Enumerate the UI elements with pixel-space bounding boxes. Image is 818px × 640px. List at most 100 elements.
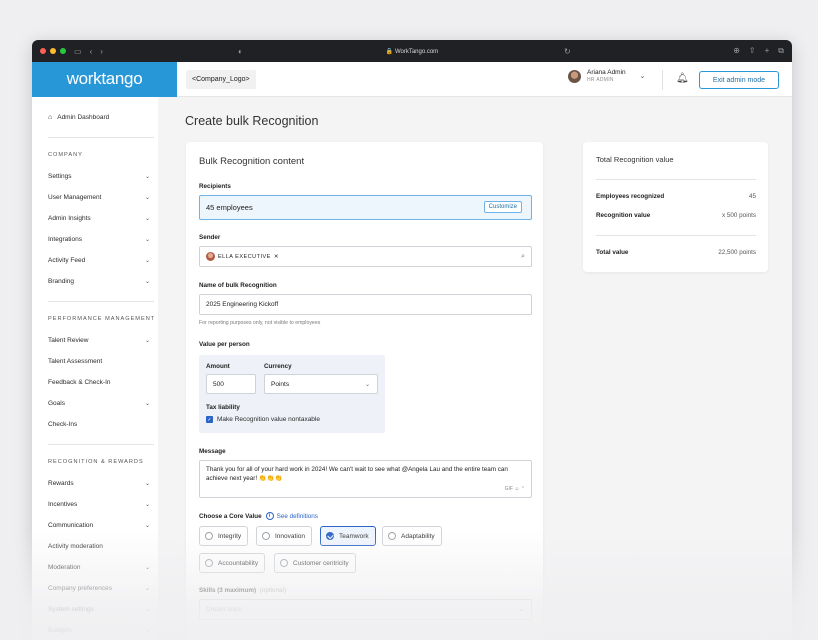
browser-chrome: ▭ ‹ › ◐ 🔒 WorkTango.com ↻ ⊕ ⇧ + ⧉	[32, 40, 792, 62]
amount-value: 500	[213, 380, 224, 388]
sidebar-item-incentives[interactable]: Incentives ⌄	[48, 501, 150, 508]
sidebar-item-budgets[interactable]: Budgets ⌄	[48, 627, 150, 634]
currency-value: Points	[271, 380, 290, 388]
sidebar-section-heading: COMPANY	[48, 152, 83, 158]
close-window-button[interactable]	[40, 48, 46, 54]
sidebar-item-branding[interactable]: Branding ⌄	[48, 278, 150, 285]
currency-label: Currency	[264, 363, 292, 370]
sidebar-item-label: Activity Feed	[48, 257, 86, 264]
chevron-down-icon: ⌄	[144, 502, 150, 508]
reload-icon[interactable]: ↻	[564, 47, 571, 56]
sidebar-item-label: Company preferences	[48, 585, 112, 592]
name-hint: For reporting purposes only, not visible…	[199, 320, 321, 326]
total-recognition-card: Total Recognition value Employees recogn…	[583, 142, 768, 272]
header-divider	[662, 70, 663, 90]
info-icon[interactable]: i	[265, 512, 274, 520]
chevron-down-icon: ⌄	[144, 628, 150, 634]
chevron-down-icon: ⌄	[144, 279, 150, 285]
chevron-down-icon: ⌄	[364, 381, 370, 388]
user-menu[interactable]: Ariana Admin HR ADMIN ⌄	[568, 69, 646, 83]
sidebar-item-admin-insights[interactable]: Admin Insights ⌄	[48, 215, 150, 222]
new-tab-icon[interactable]: +	[765, 46, 770, 56]
sidebar-item-talent-review[interactable]: Talent Review ⌄	[48, 337, 150, 344]
brand-name: worktango	[66, 69, 143, 88]
sidebar-item-system-settings[interactable]: System settings ⌄	[48, 606, 150, 613]
customize-button[interactable]: Customize	[483, 201, 522, 213]
browser-window: ▭ ‹ › ◐ 🔒 WorkTango.com ↻ ⊕ ⇧ + ⧉ workta…	[32, 40, 792, 640]
sidebar-item-integrations[interactable]: Integrations ⌄	[48, 236, 150, 243]
sender-field[interactable]: ELLA EXECUTIVE ✕ ⌕	[199, 246, 532, 267]
sidebar-item-check-ins[interactable]: Check-Ins	[48, 421, 150, 428]
minimize-window-button[interactable]	[50, 48, 56, 54]
total-value-label: Total value	[596, 249, 629, 256]
sidebar-item-talent-assessment[interactable]: Talent Assessment	[48, 358, 150, 365]
message-textarea[interactable]: Thank you for all of your hard work in 2…	[199, 460, 532, 498]
tabs-overview-icon[interactable]: ⧉	[778, 46, 784, 56]
sidebar-item-communication[interactable]: Communication ⌄	[48, 522, 150, 529]
sidebar-item-company-preferences[interactable]: Company preferences ⌄	[48, 585, 150, 592]
core-value-accountability[interactable]: Accountability	[199, 553, 266, 573]
message-label: Message	[199, 448, 226, 455]
recognition-value-row: Recognition value x 500 points	[596, 212, 756, 219]
sidebar-item-goals[interactable]: Goals ⌄	[48, 400, 150, 407]
sidebar-item-rewards[interactable]: Rewards ⌄	[48, 480, 150, 487]
company-logo-placeholder: <Company_Logo>	[186, 69, 256, 89]
nontaxable-checkbox[interactable]: ✓	[206, 416, 213, 423]
sidebar-item-label: Moderation	[48, 564, 81, 571]
sidebar-section-heading: RECOGNITION & REWARDS	[48, 459, 144, 465]
chevron-down-icon: ⌄	[144, 338, 150, 344]
chevron-down-icon: ⌄	[144, 174, 150, 180]
forward-icon[interactable]: ›	[100, 47, 103, 56]
remove-chip-icon[interactable]: ✕	[274, 254, 279, 260]
sidebar-item-moderation[interactable]: Moderation ⌄	[48, 564, 150, 571]
tax-liability-label: Tax liability	[206, 404, 240, 411]
emoji-icon[interactable]: ☺	[514, 486, 519, 492]
address-bar[interactable]: 🔒 WorkTango.com	[386, 48, 438, 55]
core-value-customer-centricity[interactable]: Customer centricity	[274, 553, 356, 573]
share-icon[interactable]: ⇧	[749, 46, 756, 56]
core-value-adaptability[interactable]: Adaptability	[382, 526, 442, 546]
value-per-person-label: Value per person	[199, 341, 250, 348]
sidebar-item-feedback-check-in[interactable]: Feedback & Check-In	[48, 379, 150, 386]
nontaxable-checkbox-row[interactable]: ✓ Make Recognition value nontaxable	[206, 416, 320, 423]
sidebar-item-admin-dashboard[interactable]: ⌂ Admin Dashboard	[48, 114, 150, 121]
core-value-innovation[interactable]: Innovation	[256, 526, 312, 546]
back-icon[interactable]: ‹	[90, 47, 93, 56]
shield-icon[interactable]: ◐	[238, 47, 243, 56]
maximize-window-button[interactable]	[60, 48, 66, 54]
core-value-teamwork[interactable]: Teamwork	[320, 526, 376, 546]
sidebar-item-label: Activity moderation	[48, 543, 103, 550]
page-title: Create bulk Recognition	[185, 114, 319, 128]
amount-input[interactable]: 500	[206, 374, 256, 394]
sidebar-item-label: Feedback & Check-In	[48, 379, 111, 386]
recipients-label: Recipients	[199, 183, 231, 190]
message-text: Thank you for all of your hard work in 2…	[206, 466, 508, 482]
sidebar-item-activity-moderation[interactable]: Activity moderation	[48, 543, 150, 550]
recipients-field[interactable]: 45 employees Customize	[199, 195, 532, 220]
gif-button[interactable]: GIF	[505, 486, 513, 492]
exit-admin-mode-button[interactable]: Exit admin mode	[699, 71, 779, 89]
see-definitions-link[interactable]: See definitions	[277, 513, 318, 520]
chevron-down-icon: ⌄	[144, 216, 150, 222]
user-name: Ariana Admin	[587, 69, 626, 76]
recognition-value-label: Recognition value	[596, 212, 651, 219]
currency-select[interactable]: Points ⌄	[264, 374, 378, 394]
sidebar-item-label: Communication	[48, 522, 94, 529]
recognition-name-input[interactable]: 2025 Engineering Kickoff	[199, 294, 532, 315]
chevron-down-icon[interactable]: ⌄	[640, 72, 646, 80]
search-icon: ⌕	[521, 252, 525, 260]
sidebar-toggle-icon[interactable]: ▭	[74, 47, 82, 56]
sidebar-item-user-management[interactable]: User Management ⌄	[48, 194, 150, 201]
sidebar-item-activity-feed[interactable]: Activity Feed ⌄	[48, 257, 150, 264]
bell-icon[interactable]: 🔔︎	[676, 73, 689, 84]
chevron-down-icon: ⌄	[144, 523, 150, 529]
core-value-integrity[interactable]: Integrity	[199, 526, 249, 546]
sidebar-item-settings[interactable]: Settings ⌄	[48, 173, 150, 180]
chevron-down-icon[interactable]: ⌃	[521, 486, 525, 492]
sender-chip[interactable]: ELLA EXECUTIVE ✕	[206, 252, 279, 261]
download-icon[interactable]: ⊕	[733, 46, 740, 56]
brand-logo[interactable]: worktango	[32, 61, 177, 97]
radio-icon	[262, 532, 270, 540]
window-controls[interactable]	[40, 48, 66, 54]
skills-select[interactable]: Dream team ⌄	[199, 599, 532, 620]
